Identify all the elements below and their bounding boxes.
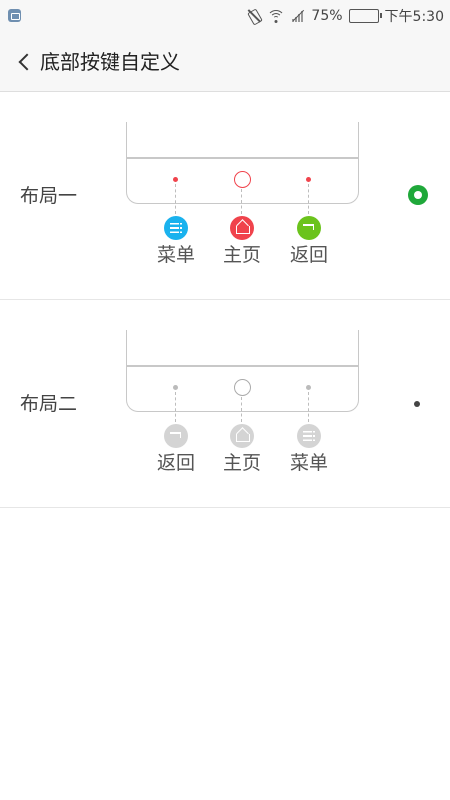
back-icon — [297, 216, 321, 240]
status-icons: 75% 下午5:30 — [247, 0, 444, 32]
header-bar: 底部按键自定义 — [0, 32, 450, 92]
key-position-dot — [306, 177, 311, 182]
status-time: 下午5:30 — [384, 9, 444, 25]
battery-percent: 75% — [311, 8, 343, 24]
home-icon — [230, 216, 254, 240]
phone-divider — [127, 365, 358, 367]
home-icon — [230, 424, 254, 448]
home-key-circle — [234, 379, 251, 396]
phone-outline — [126, 122, 359, 204]
guide-line — [241, 189, 242, 214]
radio-unselected-icon[interactable] — [414, 401, 420, 407]
radio-selected-icon[interactable] — [408, 185, 428, 205]
key-label: 返回 — [289, 244, 328, 266]
phone-outline — [126, 330, 359, 412]
guide-line — [175, 392, 176, 422]
home-key-circle — [234, 171, 251, 188]
key-position-dot — [173, 385, 178, 390]
phone-divider — [127, 157, 358, 159]
guide-line — [175, 184, 176, 214]
key-label: 主页 — [222, 452, 261, 474]
menu-icon — [164, 216, 188, 240]
key-label: 主页 — [222, 244, 261, 266]
page-title: 底部按键自定义 — [40, 50, 180, 74]
key-position-dot — [306, 385, 311, 390]
key-label: 菜单 — [289, 452, 328, 474]
vibrate-off-icon — [247, 9, 261, 23]
status-bar: 75% 下午5:30 — [0, 0, 450, 32]
layout-label: 布局二 — [20, 393, 78, 415]
back-icon — [164, 424, 188, 448]
battery-icon — [348, 9, 382, 23]
key-label: 返回 — [156, 452, 195, 474]
layout-label: 布局一 — [20, 185, 78, 207]
layout-option-1[interactable]: 布局一 菜单 主页 返回 — [0, 92, 450, 300]
guide-line — [308, 184, 309, 214]
signal-icon — [291, 9, 305, 23]
layout-option-2[interactable]: 布局二 返回 主页 菜单 — [0, 300, 450, 508]
key-position-dot — [173, 177, 178, 182]
wifi-icon — [267, 9, 286, 23]
guide-line — [308, 392, 309, 422]
chevron-left-icon[interactable] — [12, 48, 38, 76]
key-label: 菜单 — [156, 244, 195, 266]
guide-line — [241, 397, 242, 422]
app-notification-icon — [8, 9, 21, 22]
menu-icon — [297, 424, 321, 448]
